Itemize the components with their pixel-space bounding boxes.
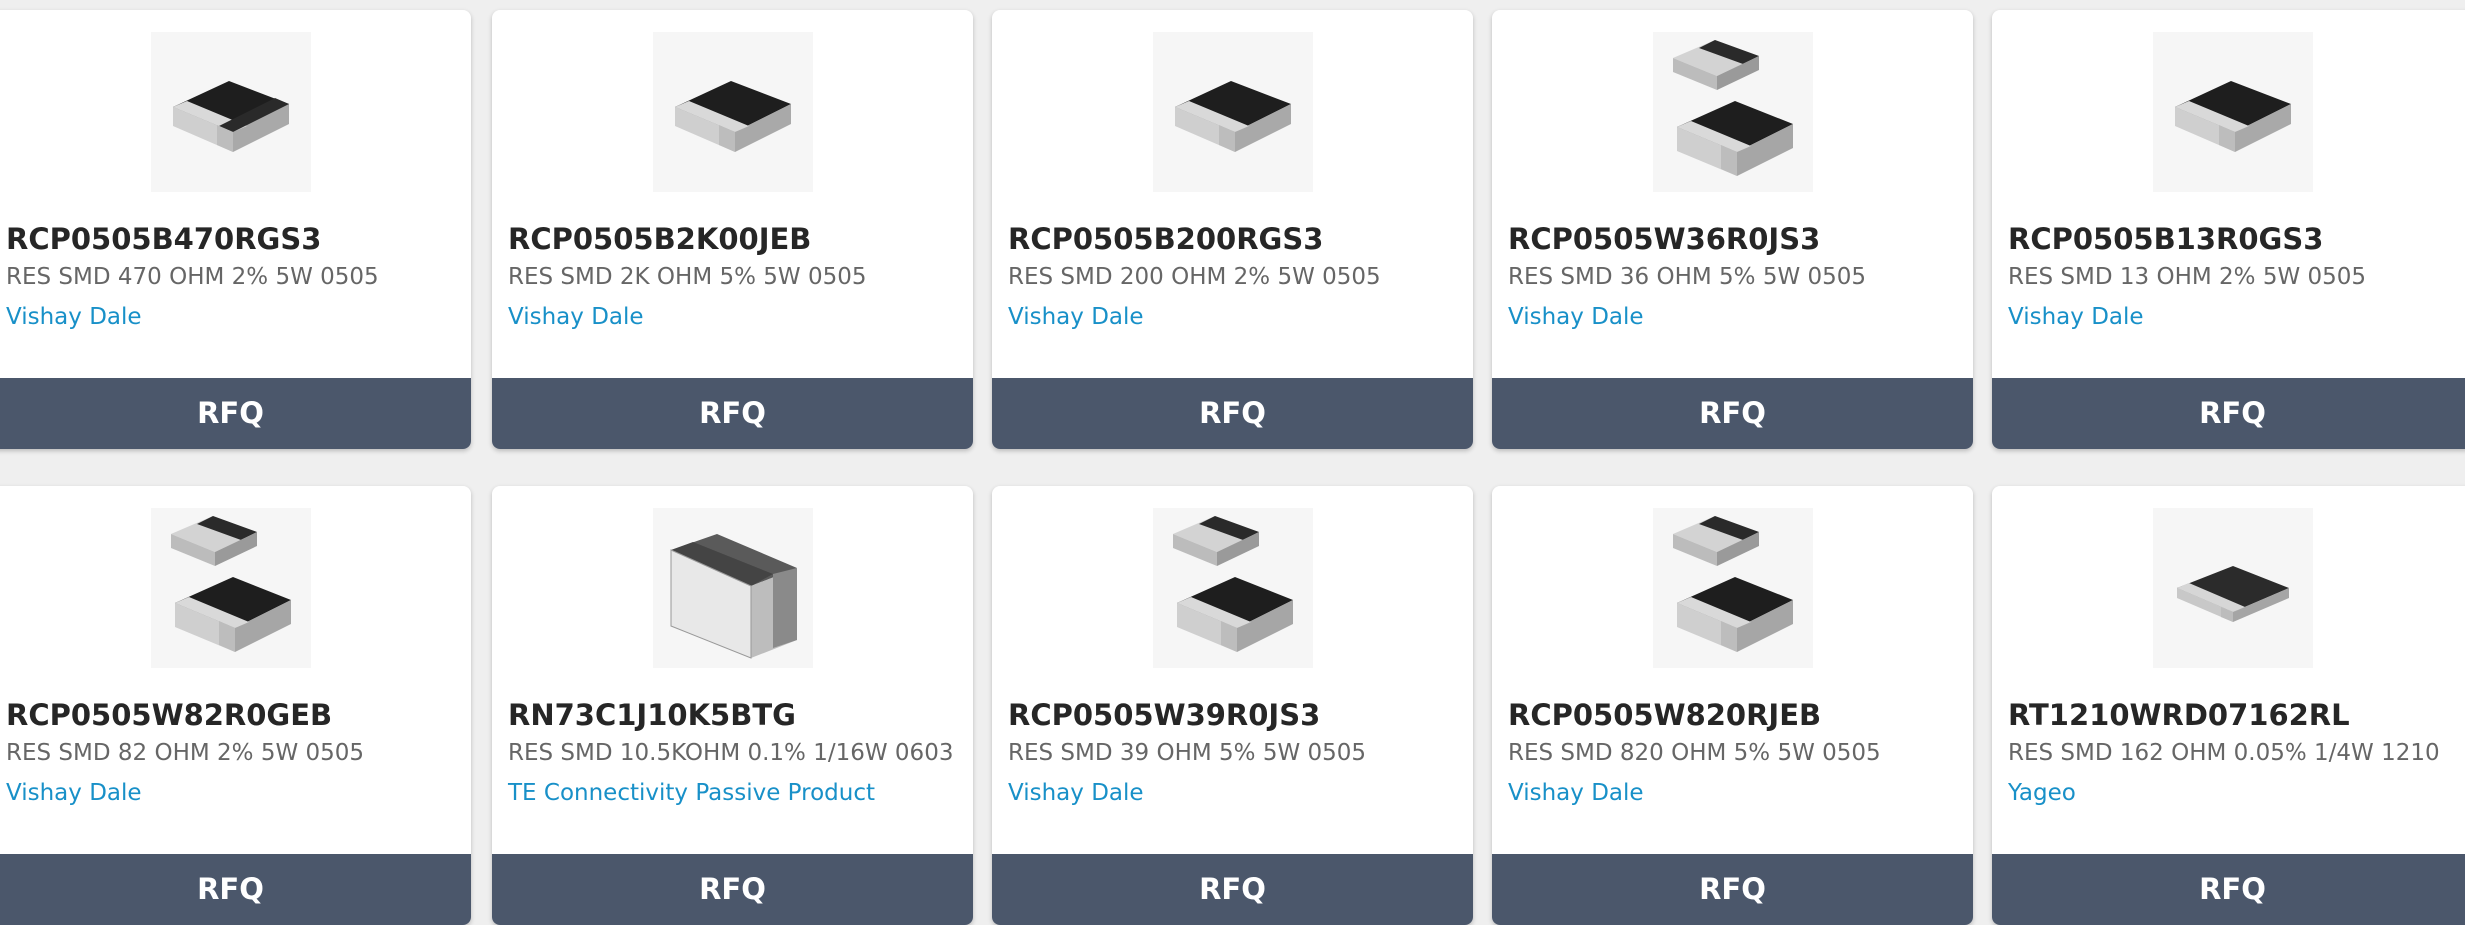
- product-card[interactable]: RT1210WRD07162RL RES SMD 162 OHM 0.05% 1…: [1992, 486, 2465, 925]
- product-image[interactable]: [1652, 508, 1813, 668]
- product-card[interactable]: RCP0505B200RGS3 RES SMD 200 OHM 2% 5W 05…: [992, 10, 1473, 449]
- rfq-button[interactable]: RFQ: [992, 854, 1473, 925]
- rfq-button[interactable]: RFQ: [1992, 378, 2465, 449]
- product-image[interactable]: [652, 32, 813, 192]
- product-image[interactable]: [1652, 32, 1813, 192]
- product-image[interactable]: [150, 508, 311, 668]
- manufacturer-link[interactable]: Vishay Dale: [1008, 304, 1144, 330]
- product-card[interactable]: RCP0505W82R0GEB RES SMD 82 OHM 2% 5W 050…: [0, 486, 471, 925]
- manufacturer-link[interactable]: Vishay Dale: [6, 780, 142, 806]
- chip-resistor-single-icon: [2174, 81, 2291, 152]
- chip-resistor-pair-icon: [1672, 516, 1793, 652]
- product-card[interactable]: RCP0505W36R0JS3 RES SMD 36 OHM 5% 5W 050…: [1492, 10, 1973, 449]
- part-description: RES SMD 820 OHM 5% 5W 0505: [1508, 740, 1881, 766]
- manufacturer-link[interactable]: Vishay Dale: [2008, 304, 2144, 330]
- rfq-button[interactable]: RFQ: [1492, 378, 1973, 449]
- part-description: RES SMD 82 OHM 2% 5W 0505: [6, 740, 365, 766]
- chip-resistor-pair-icon: [170, 516, 291, 652]
- manufacturer-link[interactable]: Vishay Dale: [1508, 304, 1644, 330]
- part-description: RES SMD 200 OHM 2% 5W 0505: [1008, 264, 1381, 290]
- part-description: RES SMD 470 OHM 2% 5W 0505: [6, 264, 379, 290]
- rfq-button[interactable]: RFQ: [1492, 854, 1973, 925]
- product-image[interactable]: [1152, 508, 1313, 668]
- chip-resistor-pair-icon: [1672, 40, 1793, 176]
- part-number[interactable]: RCP0505W36R0JS3: [1508, 222, 1820, 256]
- part-number[interactable]: RCP0505B2K00JEB: [508, 222, 811, 256]
- rfq-button[interactable]: RFQ: [1992, 854, 2465, 925]
- part-number[interactable]: RCP0505B13R0GS3: [2008, 222, 2323, 256]
- rfq-button[interactable]: RFQ: [492, 378, 973, 449]
- manufacturer-link[interactable]: Vishay Dale: [508, 304, 644, 330]
- rfq-button[interactable]: RFQ: [492, 854, 973, 925]
- part-number[interactable]: RCP0505B200RGS3: [1008, 222, 1323, 256]
- product-image[interactable]: [2152, 508, 2313, 668]
- product-card[interactable]: RCP0505W820RJEB RES SMD 820 OHM 5% 5W 05…: [1492, 486, 1973, 925]
- chip-resistor-single-icon: [172, 81, 289, 152]
- product-image[interactable]: [2152, 32, 2313, 192]
- product-card[interactable]: RCP0505B470RGS3 RES SMD 470 OHM 2% 5W 05…: [0, 10, 471, 449]
- product-card[interactable]: RCP0505W39R0JS3 RES SMD 39 OHM 5% 5W 050…: [992, 486, 1473, 925]
- manufacturer-link[interactable]: TE Connectivity Passive Product: [508, 780, 875, 806]
- rfq-button[interactable]: RFQ: [992, 378, 1473, 449]
- part-number[interactable]: RCP0505B470RGS3: [6, 222, 321, 256]
- product-card[interactable]: RCP0505B2K00JEB RES SMD 2K OHM 5% 5W 050…: [492, 10, 973, 449]
- manufacturer-link[interactable]: Vishay Dale: [6, 304, 142, 330]
- product-image[interactable]: [652, 508, 813, 668]
- manufacturer-link[interactable]: Yageo: [2008, 780, 2076, 806]
- chip-resistor-block-icon: [670, 534, 797, 659]
- part-description: RES SMD 162 OHM 0.05% 1/4W 1210: [2008, 740, 2440, 766]
- rfq-button[interactable]: RFQ: [0, 378, 471, 449]
- part-number[interactable]: RCP0505W39R0JS3: [1008, 698, 1320, 732]
- manufacturer-link[interactable]: Vishay Dale: [1508, 780, 1644, 806]
- part-number[interactable]: RCP0505W820RJEB: [1508, 698, 1821, 732]
- part-number[interactable]: RT1210WRD07162RL: [2008, 698, 2350, 732]
- part-description: RES SMD 13 OHM 2% 5W 0505: [2008, 264, 2367, 290]
- manufacturer-link[interactable]: Vishay Dale: [1008, 780, 1144, 806]
- product-image[interactable]: [150, 32, 311, 192]
- chip-resistor-single-icon: [1174, 81, 1291, 152]
- chip-resistor-flat-icon: [2176, 566, 2289, 622]
- rfq-button[interactable]: RFQ: [0, 854, 471, 925]
- part-description: RES SMD 10.5KOHM 0.1% 1/16W 0603: [508, 740, 954, 766]
- product-card[interactable]: RCP0505B13R0GS3 RES SMD 13 OHM 2% 5W 050…: [1992, 10, 2465, 449]
- chip-resistor-pair-icon: [1172, 516, 1293, 652]
- part-description: RES SMD 39 OHM 5% 5W 0505: [1008, 740, 1367, 766]
- product-card[interactable]: RN73C1J10K5BTG RES SMD 10.5KOHM 0.1% 1/1…: [492, 486, 973, 925]
- part-description: RES SMD 36 OHM 5% 5W 0505: [1508, 264, 1867, 290]
- part-description: RES SMD 2K OHM 5% 5W 0505: [508, 264, 867, 290]
- chip-resistor-single-icon: [674, 81, 791, 152]
- part-number[interactable]: RCP0505W82R0GEB: [6, 698, 332, 732]
- product-image[interactable]: [1152, 32, 1313, 192]
- product-grid: RCP0505B470RGS3 RES SMD 470 OHM 2% 5W 05…: [0, 0, 2465, 925]
- part-number[interactable]: RN73C1J10K5BTG: [508, 698, 796, 732]
